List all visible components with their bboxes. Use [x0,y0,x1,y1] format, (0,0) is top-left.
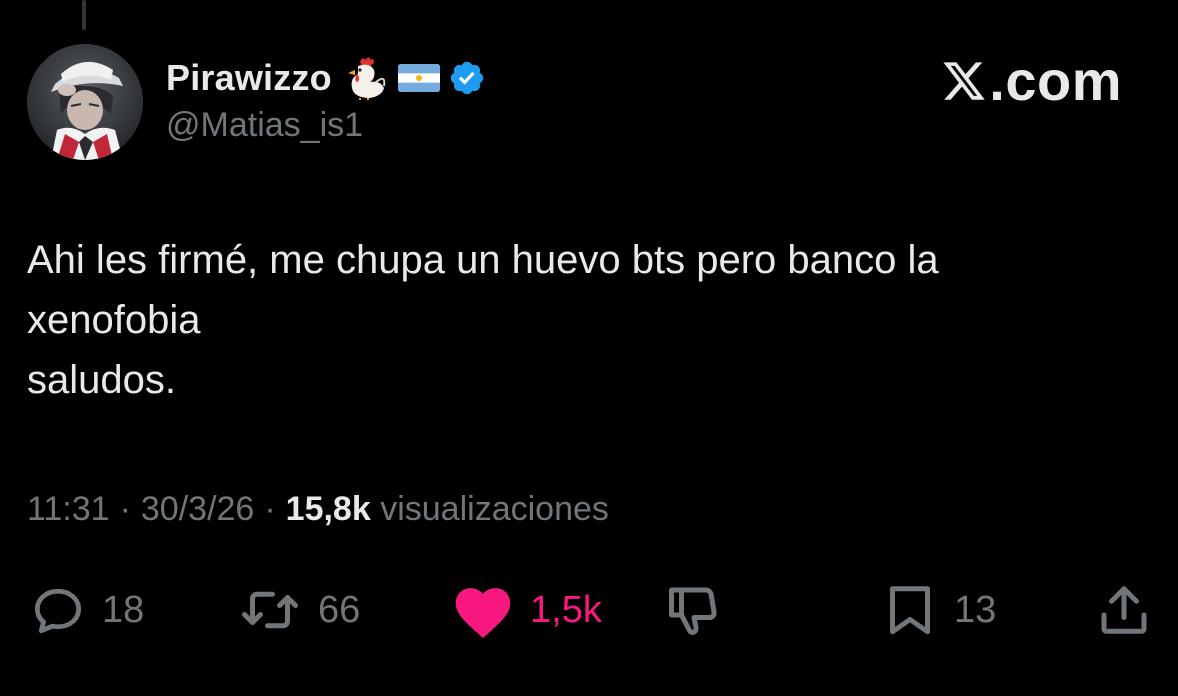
thumbs-down-icon [669,587,717,635]
heart-filled-icon [455,588,511,639]
avatar-image [27,44,143,160]
reply-button[interactable]: 18 [28,578,144,642]
dislike-button[interactable] [664,578,724,642]
like-count: 1,5k [530,588,602,631]
author-name-row: Pirawizzo [166,56,486,100]
x-com-logo: .com [941,48,1122,113]
like-button[interactable]: 1,5k [450,578,602,642]
x-logo-icon [943,61,986,100]
author-handle[interactable]: @Matias_is1 [166,106,363,145]
rooster-icon [340,56,388,100]
reply-icon [35,588,81,634]
share-icon [1101,586,1147,634]
bookmark-count: 13 [954,588,997,631]
share-button[interactable] [1094,578,1154,642]
tweet-date[interactable]: 30/3/26 [141,490,254,529]
repost-count: 66 [318,588,361,631]
reply-count: 18 [102,588,145,631]
views-label: visualizaciones [380,490,609,528]
tweet-meta: 11:31 · 30/3/26 · 15,8k visualizaciones [27,490,609,529]
repost-button[interactable]: 66 [236,578,360,642]
bookmark-icon [890,586,930,635]
avatar[interactable] [27,44,143,160]
meta-separator: · [119,490,131,528]
argentina-flag-icon [397,64,440,92]
views-count: 15,8k [285,490,371,528]
bookmark-button[interactable]: 13 [880,578,996,642]
tweet-time[interactable]: 11:31 [27,490,110,529]
action-bar: 18 66 1,5k 13 [0,578,1178,642]
x-com-domain: .com [989,49,1122,112]
display-name[interactable]: Pirawizzo [166,57,332,99]
verified-badge-icon[interactable] [448,59,486,97]
tweet-text: Ahi les firmé, me chupa un huevo bts per… [27,238,939,402]
thread-connector-line [82,0,86,30]
meta-separator: · [264,490,276,528]
repost-icon [242,591,298,629]
